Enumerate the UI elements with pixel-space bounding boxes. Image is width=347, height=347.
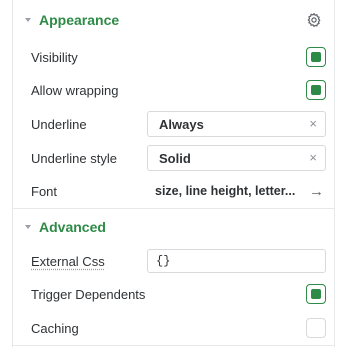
underline-style-row: Underline style Solid × [13, 141, 334, 175]
trigger-dependents-label: Trigger Dependents [31, 286, 146, 302]
underline-style-label: Underline style [31, 150, 117, 166]
underline-select[interactable]: Always × [147, 111, 326, 137]
properties-panel: Appearance Visibility Allow wrapping Und… [12, 0, 335, 347]
font-label: Font [31, 183, 58, 199]
checkbox-check-mark [311, 52, 321, 62]
external-css-label: External Css [31, 253, 105, 269]
advanced-title: Advanced [39, 219, 106, 235]
clear-icon[interactable]: × [309, 150, 317, 165]
underline-label: Underline [31, 116, 87, 132]
external-css-row: External Css {} [13, 244, 334, 278]
clear-icon[interactable]: × [309, 116, 317, 131]
appearance-title: Appearance [39, 12, 120, 28]
font-row[interactable]: Font size, line height, letter... → [13, 174, 334, 208]
gear-icon[interactable] [306, 12, 322, 28]
allow-wrapping-label: Allow wrapping [31, 82, 119, 98]
external-css-input[interactable]: {} [147, 249, 326, 273]
caching-checkbox[interactable] [306, 318, 326, 338]
visibility-row: Visibility [13, 40, 334, 74]
allow-wrapping-row: Allow wrapping [13, 73, 334, 107]
caret-down-icon[interactable] [25, 225, 31, 229]
underline-style-value: Solid [159, 150, 191, 166]
caret-down-icon[interactable] [25, 18, 31, 22]
caching-label: Caching [31, 320, 79, 336]
advanced-section-header[interactable]: Advanced [13, 208, 334, 246]
checkbox-check-mark [311, 289, 321, 299]
allow-wrapping-checkbox[interactable] [306, 80, 326, 100]
caching-row: Caching [13, 311, 334, 345]
trigger-dependents-checkbox[interactable] [306, 284, 326, 304]
appearance-section-header[interactable]: Appearance [13, 0, 334, 40]
checkbox-check-mark [311, 85, 321, 95]
trigger-dependents-row: Trigger Dependents [13, 277, 334, 311]
underline-value: Always [159, 116, 204, 132]
underline-row: Underline Always × [13, 107, 334, 141]
arrow-right-icon[interactable]: → [309, 183, 324, 200]
visibility-checkbox[interactable] [306, 47, 326, 67]
visibility-label: Visibility [31, 49, 78, 65]
font-value[interactable]: size, line height, letter... [155, 184, 302, 198]
panel-bottom-border [13, 345, 334, 346]
underline-style-select[interactable]: Solid × [147, 145, 326, 171]
